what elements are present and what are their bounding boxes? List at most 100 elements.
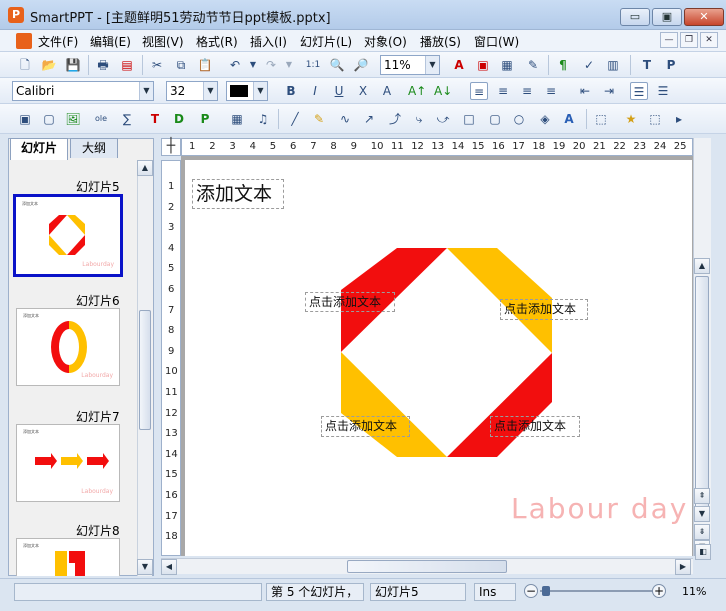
scroll-up-icon[interactable]: ▲ (137, 160, 153, 176)
wordart-icon[interactable]: A (560, 110, 578, 128)
zoom-icon[interactable]: 🔎 (352, 56, 370, 74)
shapes-icon[interactable]: ◈ (536, 110, 554, 128)
bullet-list-icon[interactable]: ☰ (630, 82, 648, 100)
minimize-button[interactable]: ▭ (620, 8, 650, 26)
zoom-out-icon[interactable]: − (524, 584, 538, 598)
menu-file[interactable]: 文件(F) (38, 33, 78, 50)
menu-format[interactable]: 格式(R) (196, 33, 238, 50)
template-icon[interactable]: T (638, 56, 656, 74)
zoom-slider[interactable] (540, 586, 654, 596)
ole-object-icon[interactable]: ole (92, 110, 110, 128)
copy-icon[interactable]: ⧉ (172, 56, 190, 74)
formula-icon[interactable]: ∑ (118, 110, 136, 128)
slide-thumbnail[interactable]: 添加文本Labourday (16, 538, 120, 576)
audio-icon[interactable]: ♫ (254, 110, 272, 128)
text-placeholder-bottom-right[interactable]: 点击添加文本 (490, 416, 580, 437)
close-button[interactable]: ✕ (684, 8, 724, 26)
menu-slide[interactable]: 幻灯片(L) (300, 33, 352, 50)
presentation-icon[interactable]: P (662, 56, 680, 74)
horizontal-scrollbar[interactable]: ◀ ▶ (161, 558, 693, 575)
slide-thumbnail[interactable]: 添加文本Labourday (16, 308, 120, 386)
doc-icon[interactable] (16, 33, 32, 49)
next-slide-icon[interactable]: ⇟ (694, 524, 710, 540)
menu-window[interactable]: 窗口(W) (474, 33, 519, 50)
scroll-thumb[interactable] (695, 276, 709, 508)
restore-button[interactable]: ▣ (652, 8, 682, 26)
font-family-combo[interactable]: Calibri ▼ (12, 81, 154, 101)
zoom-fit-icon[interactable]: 🔍 (328, 56, 346, 74)
group-icon[interactable]: ⬚ (592, 110, 610, 128)
save-icon[interactable]: 💾 (64, 56, 82, 74)
mdi-restore-button[interactable]: ❐ (680, 32, 698, 48)
align-center-icon[interactable]: ≡ (494, 82, 512, 100)
vertical-scrollbar[interactable]: ▲ ▼ ⇞ ⇟ ❐ (693, 138, 711, 556)
text-placeholder-bottom-left[interactable]: 点击添加文本 (321, 416, 410, 437)
undo-icon[interactable]: ↶ (226, 56, 244, 74)
connector-icon[interactable]: ⤴ (386, 110, 404, 128)
redo-icon[interactable]: ↷ (262, 56, 280, 74)
tab-outline[interactable]: 大纲 (70, 138, 118, 158)
redo-dropdown-icon[interactable]: ▼ (280, 56, 298, 74)
underline-icon[interactable]: U (330, 82, 348, 100)
slide-layout-icon[interactable]: ▣ (16, 110, 34, 128)
increase-font-icon[interactable]: A↑ (408, 82, 426, 100)
octagon-red-bottom-right[interactable] (447, 353, 552, 457)
format-painter-icon[interactable]: ✎ (524, 56, 542, 74)
line-icon[interactable]: ╱ (286, 110, 304, 128)
scroll-left-icon[interactable]: ◀ (161, 559, 177, 575)
view-toggle-icon[interactable]: ◧ (695, 544, 711, 560)
prev-slide-icon[interactable]: ⇞ (694, 488, 710, 504)
align-right-icon[interactable]: ≡ (518, 82, 536, 100)
actual-size-icon[interactable]: 1:1 (304, 56, 322, 74)
octagon-yellow-bottom-left[interactable] (341, 352, 447, 457)
align-justify-icon[interactable]: ≡ (542, 82, 560, 100)
elbow-connector-icon[interactable]: ⤷ (410, 110, 428, 128)
frame-icon[interactable]: ▢ (40, 110, 58, 128)
undo-dropdown-icon[interactable]: ▼ (244, 56, 262, 74)
zoom-combo[interactable]: 11% ▼ (380, 55, 440, 75)
ruler-corner[interactable]: ┼ (161, 138, 181, 156)
date-field-icon[interactable]: D (170, 110, 188, 128)
pdf-export-icon[interactable]: ▤ (118, 56, 136, 74)
zoom-slider-thumb[interactable] (542, 586, 550, 596)
menu-view[interactable]: 视图(V) (142, 33, 184, 50)
menu-play[interactable]: 播放(S) (420, 33, 461, 50)
text-box-icon[interactable]: A (450, 56, 468, 74)
text-frame-icon[interactable]: T (146, 110, 164, 128)
transform-icon[interactable]: ⬚ (646, 110, 664, 128)
menu-edit[interactable]: 编辑(E) (90, 33, 131, 50)
scroll-thumb[interactable] (139, 310, 151, 430)
strikethrough-icon[interactable]: X (354, 82, 372, 100)
slide-title-textbox[interactable]: 添加文本 (192, 179, 284, 209)
outdent-icon[interactable]: ⇤ (576, 82, 594, 100)
scroll-down-icon[interactable]: ▼ (694, 506, 710, 522)
chart-insert-icon[interactable]: ▥ (604, 56, 622, 74)
rectangle-icon[interactable]: □ (460, 110, 478, 128)
italic-icon[interactable]: I (306, 82, 324, 100)
scroll-right-icon[interactable]: ▶ (675, 559, 691, 575)
slide-thumbnail[interactable]: 添加文本Labourday (13, 194, 123, 277)
clear-format-icon[interactable]: A (378, 82, 396, 100)
thumbnail-scrollbar[interactable]: ▲ ▼ (137, 160, 153, 576)
mdi-minimize-button[interactable]: — (660, 32, 678, 48)
new-file-icon[interactable]: 🗋 (16, 56, 34, 74)
decrease-font-icon[interactable]: A↓ (434, 82, 452, 100)
font-size-combo[interactable]: 32 ▼ (166, 81, 218, 101)
text-placeholder-top-right[interactable]: 点击添加文本 (500, 299, 588, 320)
menu-insert[interactable]: 插入(I) (250, 33, 287, 50)
scroll-thumb[interactable] (347, 560, 507, 573)
menu-object[interactable]: 对象(O) (364, 33, 407, 50)
slide-canvas[interactable]: 添加文本 点击添加文本 点击添加文本 点击添加文本 点击添加文本 Labour … (185, 160, 692, 556)
slide-thumbnail[interactable]: 添加文本Labourday (16, 424, 120, 502)
font-color-combo[interactable]: ▼ (226, 81, 268, 101)
star-effects-icon[interactable]: ★ (622, 110, 640, 128)
text-placeholder-top-left[interactable]: 点击添加文本 (305, 292, 395, 312)
align-left-icon[interactable]: ≡ (470, 82, 488, 100)
page-field-icon[interactable]: P (196, 110, 214, 128)
tab-slides[interactable]: 幻灯片 (10, 138, 68, 160)
video-icon[interactable]: ▦ (228, 110, 246, 128)
rounded-rectangle-icon[interactable]: ▢ (486, 110, 504, 128)
cut-icon[interactable]: ✂ (148, 56, 166, 74)
arrow-icon[interactable]: ↗ (360, 110, 378, 128)
paste-icon[interactable]: 📋 (196, 56, 214, 74)
